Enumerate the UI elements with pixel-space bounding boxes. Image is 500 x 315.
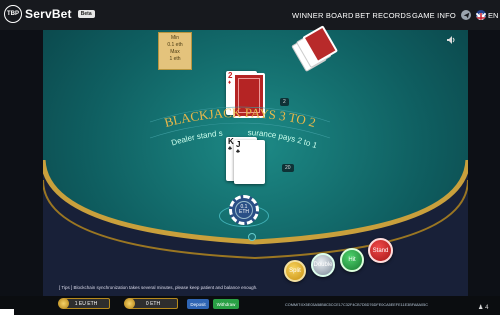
- game-screen: TBP ServBet Beta WINNER BOARD BET RECORD…: [0, 0, 500, 315]
- nav-winner-board[interactable]: WINNER BOARD: [292, 11, 354, 20]
- deposit-button[interactable]: Deposit: [187, 299, 209, 309]
- eth-coin-icon: [58, 298, 69, 309]
- bet-limits-card: Min 0.1 eth Max 1 eth: [158, 32, 192, 70]
- dealer-card-rank: 2: [228, 71, 233, 80]
- online-users-count: 4: [485, 305, 489, 311]
- sound-icon[interactable]: [447, 36, 456, 46]
- logo[interactable]: TBP ServBet Beta: [4, 5, 95, 23]
- hit-button[interactable]: Hit: [340, 248, 364, 272]
- telegram-icon[interactable]: [461, 10, 471, 20]
- logo-text: ServBet: [25, 7, 72, 21]
- dealer-card-suit: ♦: [228, 80, 232, 86]
- min-label: Min: [170, 35, 180, 41]
- users-icon: ♟: [478, 305, 484, 311]
- min-value: 0.1 eth: [167, 42, 183, 48]
- player-card-2-rank: J: [236, 140, 241, 149]
- bet-indicator-dot: [248, 233, 256, 241]
- online-users: ♟ 4: [478, 304, 488, 311]
- max-value: 1 eth: [169, 56, 181, 62]
- footer-tag: [0, 309, 14, 315]
- uk-flag-icon[interactable]: [476, 10, 486, 20]
- bet-chip-value: 0.1 ETH: [235, 201, 253, 219]
- wallet-balance: 0 ETH: [128, 298, 178, 309]
- coin-icon: [124, 298, 135, 309]
- beta-badge: Beta: [77, 10, 95, 18]
- double-button[interactable]: Double: [311, 253, 335, 277]
- logo-badge: TBP: [4, 5, 22, 23]
- player-card-1-suit: ♣: [228, 146, 232, 152]
- top-bar: TBP ServBet Beta WINNER BOARD BET RECORD…: [0, 0, 500, 30]
- nav-game-info[interactable]: GAME INFO: [412, 11, 456, 20]
- language-label[interactable]: EN: [488, 11, 498, 20]
- player-card-2-suit: ♣: [236, 149, 240, 155]
- nav-bet-records[interactable]: BET RECORDS: [355, 11, 411, 20]
- eth-balance: 1 EU ETH: [62, 298, 110, 309]
- split-button[interactable]: Split: [284, 260, 306, 282]
- commit-hash: COMMIT:0X5E03A58B8C5CCE17C32F4CB7D5D76DF…: [285, 303, 429, 307]
- player-card-1-rank: K: [228, 137, 234, 146]
- banner-left: Dealer stand s: [170, 129, 223, 148]
- tips-text: [ Tips ] Blockchain synchronization take…: [59, 285, 258, 290]
- stand-button[interactable]: Stand: [368, 238, 393, 263]
- max-label: Max: [170, 49, 180, 55]
- withdraw-button[interactable]: Withdraw: [213, 299, 239, 309]
- banner-main: BLACKJACK PAYS 3 TO 2: [163, 105, 318, 130]
